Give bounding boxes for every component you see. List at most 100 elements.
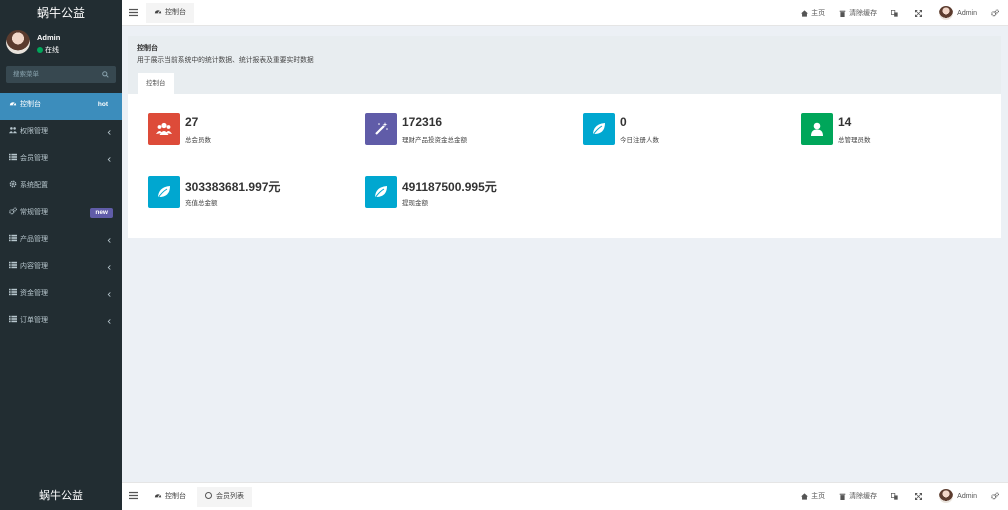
stat-label: 总会员数 (185, 137, 211, 144)
sidebar-item-label: 权限管理 (20, 128, 48, 135)
sidebar-item-label: 常规管理 (20, 209, 48, 216)
gear-icon (9, 180, 17, 188)
sidebar-item-members[interactable]: 会员管理 (0, 147, 122, 174)
tab-member-list[interactable]: 会员列表 (197, 487, 252, 507)
dashboard-icon (154, 494, 162, 498)
stat-label: 今日注册人数 (620, 137, 659, 144)
stat-investment-total: 172316 理财产品投资金总金额 (365, 113, 565, 145)
user-status-text: 在线 (45, 47, 59, 54)
user-menu[interactable]: Admin (939, 6, 977, 20)
page-title: 控制台 (137, 45, 158, 52)
fullscreen-icon (915, 492, 923, 500)
chevron-left-icon (107, 157, 111, 162)
sidebar-item-general[interactable]: 常规管理 new (0, 201, 122, 228)
tab-label: 控制台 (165, 9, 186, 16)
settings-button[interactable] (991, 9, 1002, 17)
tab-label: 控制台 (165, 493, 186, 500)
bottom-right-toolbar: 主页 清除缓存 Admin (801, 483, 1008, 509)
sidebar-item-label: 控制台 (20, 101, 41, 108)
user-menu[interactable]: Admin (939, 489, 977, 503)
sidebar-item-label: 订单管理 (20, 317, 48, 324)
tab-label: 会员列表 (216, 493, 244, 500)
user-menu-label: Admin (957, 9, 977, 17)
avatar (939, 6, 954, 20)
list-icon (9, 288, 17, 296)
dashboard-icon (154, 10, 162, 14)
stat-icon-box (583, 113, 615, 145)
sidebar-item-permissions[interactable]: 权限管理 (0, 120, 122, 147)
stat-icon-box (801, 113, 833, 145)
fullscreen-button[interactable] (915, 9, 925, 17)
language-button[interactable] (891, 492, 901, 500)
stat-value: 0 (620, 115, 627, 129)
search-icon[interactable] (102, 71, 109, 78)
trash-icon (839, 493, 846, 500)
home-icon (801, 492, 809, 500)
tab-dashboard[interactable]: 控制台 (146, 3, 194, 23)
stat-label: 提现金额 (402, 200, 428, 207)
stat-today-registrations: 0 今日注册人数 (583, 113, 783, 145)
sidebar-item-label: 产品管理 (20, 236, 48, 243)
sidebar-search (6, 66, 116, 83)
list-icon (9, 315, 17, 323)
stats-panel: 27 总会员数 172316 理财产品投资金总金额 0 今日注册人数 14 总管… (128, 94, 1001, 238)
sidebar-item-products[interactable]: 产品管理 (0, 228, 122, 255)
tab-dashboard[interactable]: 控制台 (146, 487, 194, 507)
chevron-left-icon (107, 265, 111, 270)
stat-value: 14 (838, 115, 852, 129)
sidebar-item-system-config[interactable]: 系统配置 (0, 174, 122, 201)
tab-dashboard-panel[interactable]: 控制台 (138, 73, 174, 94)
language-button[interactable] (891, 9, 901, 17)
users-icon (9, 127, 17, 134)
sidebar-menu: 控制台 hot 权限管理 会员管理 系统配置 常规管理 new 产品管理 内容管… (0, 93, 122, 336)
clear-cache-button[interactable]: 清除缓存 (839, 491, 877, 501)
sidebar-item-orders[interactable]: 订单管理 (0, 309, 122, 336)
settings-button[interactable] (991, 492, 1002, 500)
home-icon (801, 9, 809, 17)
gears-icon (991, 9, 999, 17)
circle-icon (205, 492, 212, 499)
clear-cache-button[interactable]: 清除缓存 (839, 8, 877, 18)
content-header: 控制台 用于展示当前系统中的统计数据、统计报表及重要实时数据 控制台 (128, 36, 1001, 94)
trash-icon (839, 10, 846, 17)
search-input[interactable] (6, 66, 96, 83)
sidebar-item-dashboard[interactable]: 控制台 hot (0, 93, 122, 120)
hot-badge: hot (92, 100, 113, 110)
app-logo[interactable]: 蜗牛公益 (0, 0, 122, 26)
leaf-icon (157, 186, 170, 199)
translate-icon (891, 492, 898, 500)
chevron-left-icon (107, 319, 111, 324)
fullscreen-button[interactable] (915, 492, 925, 500)
sidebar-item-funds[interactable]: 资金管理 (0, 282, 122, 309)
sidebar-item-label: 内容管理 (20, 263, 48, 270)
home-label: 主页 (811, 10, 826, 17)
page-description: 用于展示当前系统中的统计数据、统计报表及重要实时数据 (137, 57, 314, 64)
stat-label: 总管理员数 (838, 137, 871, 144)
sidebar: 蜗牛公益 Admin 在线 控制台 hot 权限管理 会员管理 系统配置 常规管… (0, 0, 122, 482)
sidebar-item-label: 资金管理 (20, 290, 48, 297)
home-link[interactable]: 主页 (801, 8, 825, 18)
bottom-navbar: 控制台 会员列表 主页 清除缓存 Admin (122, 482, 1008, 510)
menu-toggle-icon[interactable] (129, 491, 138, 500)
list-icon (9, 234, 17, 242)
online-dot-icon (37, 47, 43, 53)
gears-icon (9, 207, 17, 215)
fullscreen-icon (915, 9, 923, 17)
user-status: 在线 (37, 45, 59, 55)
bottom-app-logo[interactable]: 蜗牛公益 (0, 482, 122, 510)
translate-icon (891, 9, 898, 17)
stat-icon-box (365, 176, 397, 208)
user-icon (811, 122, 823, 136)
new-badge: new (90, 208, 113, 218)
sidebar-item-content[interactable]: 内容管理 (0, 255, 122, 282)
stat-value: 172316 (402, 115, 443, 129)
top-right-toolbar: 主页 清除缓存 Admin (801, 0, 1008, 26)
home-link[interactable]: 主页 (801, 491, 825, 501)
gears-icon (991, 492, 999, 500)
users-icon (156, 122, 172, 135)
stat-icon-box (365, 113, 397, 145)
clear-cache-label: 清除缓存 (849, 493, 878, 500)
menu-toggle-icon[interactable] (129, 8, 138, 17)
avatar (6, 30, 30, 54)
sidebar-item-label: 系统配置 (20, 182, 48, 189)
